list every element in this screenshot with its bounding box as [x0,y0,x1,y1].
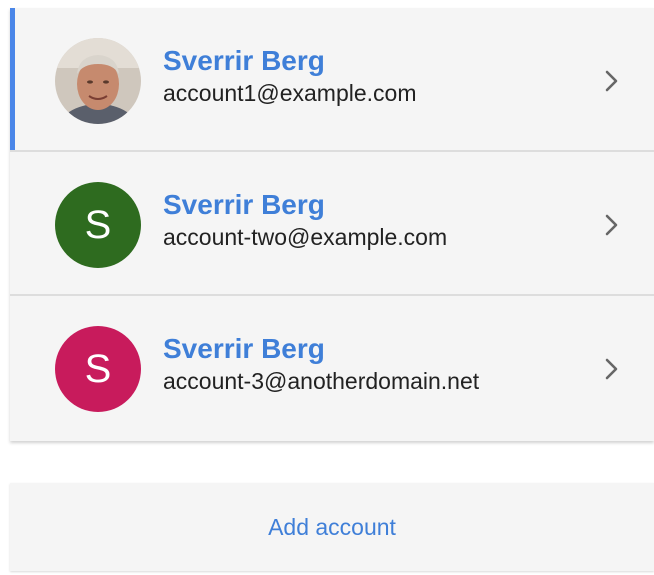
account-text: Sverrir Berg account1@example.com [163,44,416,108]
account-row-2[interactable]: S Sverrir Berg account-two@example.com [10,152,654,296]
add-account-button[interactable]: Add account [10,483,654,571]
avatar-photo [55,38,141,124]
account-text: Sverrir Berg account-two@example.com [163,188,447,252]
account-row-1[interactable]: Sverrir Berg account1@example.com [10,8,654,152]
account-name: Sverrir Berg [163,45,325,76]
avatar-letter: S [55,182,141,268]
account-email: account-two@example.com [163,224,448,250]
chevron-right-icon [605,214,618,236]
avatar-initial: S [84,202,112,247]
account-row-3[interactable]: S Sverrir Berg account-3@anotherdomain.n… [10,296,654,441]
account-text: Sverrir Berg account-3@anotherdomain.net [163,332,479,396]
chevron-right-icon [605,358,618,380]
account-list: Sverrir Berg account1@example.com S Sver… [10,8,654,441]
chevron-right-icon [605,70,618,92]
add-account-label: Add account [268,513,396,540]
account-email: account-3@anotherdomain.net [163,368,480,394]
profile-photo-icon [55,38,141,124]
account-name: Sverrir Berg [163,189,325,220]
account-name: Sverrir Berg [163,333,325,364]
avatar-initial: S [84,346,112,391]
account-email: account1@example.com [163,80,417,106]
avatar-letter: S [55,326,141,412]
